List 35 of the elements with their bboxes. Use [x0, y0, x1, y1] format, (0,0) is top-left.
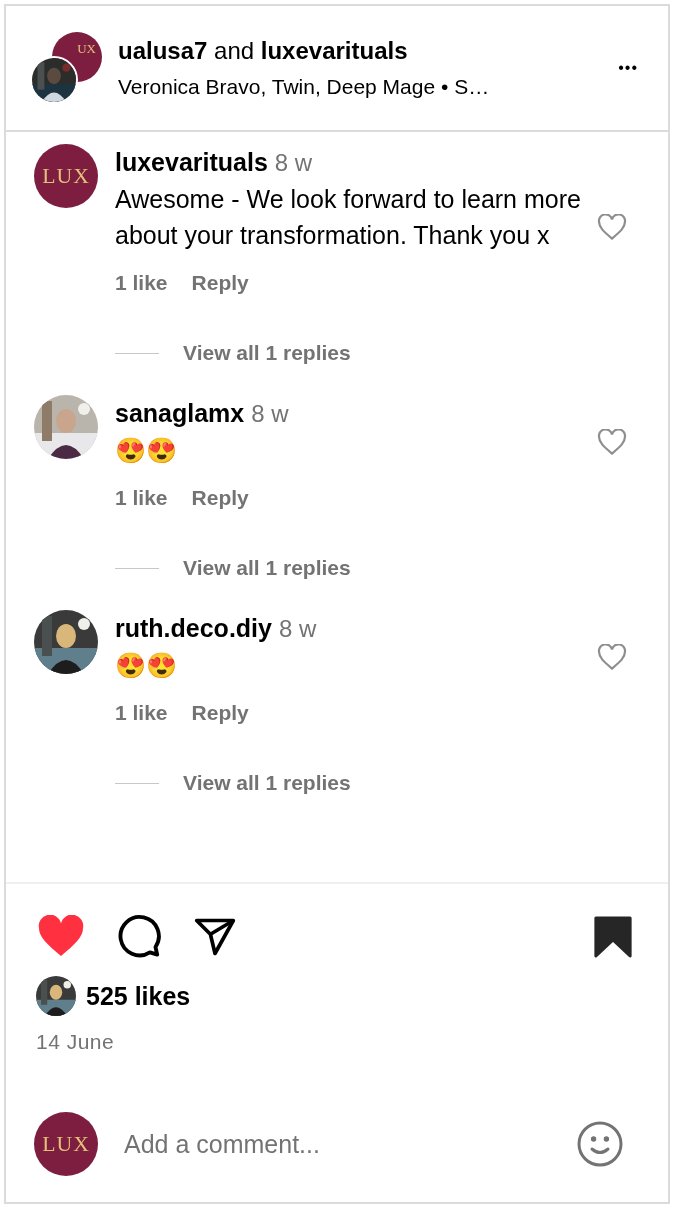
comment-time: 8 w [278, 615, 317, 642]
likes-count[interactable]: 1 like [115, 701, 168, 725]
view-replies-button[interactable]: View all 1 replies [183, 556, 351, 580]
likes-count[interactable]: 1 like [115, 486, 168, 510]
heart-icon [597, 214, 627, 241]
like-button[interactable] [597, 214, 627, 241]
post-date: 14 June [35, 1029, 116, 1054]
post-title: ualusa7 and luxevarituals [118, 37, 409, 65]
like-button[interactable] [597, 644, 627, 671]
like-button[interactable] [597, 429, 627, 456]
reply-button[interactable]: Reply [191, 701, 249, 725]
like-button[interactable] [36, 915, 86, 959]
comment-time: 8 w [274, 149, 313, 176]
comment-text: 😍😍 [115, 650, 178, 681]
reply-button[interactable]: Reply [191, 271, 249, 295]
view-replies-button[interactable]: View all 1 replies [183, 771, 351, 795]
username[interactable]: ruth.deco.diy [115, 614, 272, 642]
username[interactable]: sanaglamx [115, 399, 245, 427]
likes-count[interactable]: 1 like [115, 271, 168, 295]
heart-icon [597, 429, 627, 456]
avatar-logo: LUX [34, 1112, 98, 1176]
audio-credits: Veronica Bravo, Twin, Deep Mage • S… [118, 75, 491, 99]
avatar-logo: LUX [34, 144, 98, 208]
reply-button[interactable]: Reply [191, 486, 249, 510]
more-button[interactable]: ••• [618, 59, 638, 77]
heart-icon [597, 644, 627, 671]
comment-button[interactable] [116, 914, 162, 960]
view-replies-button[interactable]: View all 1 replies [183, 341, 351, 365]
comment-text: Awesome - We look forward to learn more about your transformation. Thank you x [115, 184, 582, 251]
emoji-icon[interactable] [576, 1120, 624, 1168]
save-button[interactable] [594, 916, 632, 958]
username[interactable]: luxevarituals [115, 148, 268, 176]
likes-count[interactable]: 525 likes [86, 981, 191, 1011]
comment-time: 8 w [251, 400, 289, 427]
comment-text: 😍😍 [115, 435, 178, 466]
